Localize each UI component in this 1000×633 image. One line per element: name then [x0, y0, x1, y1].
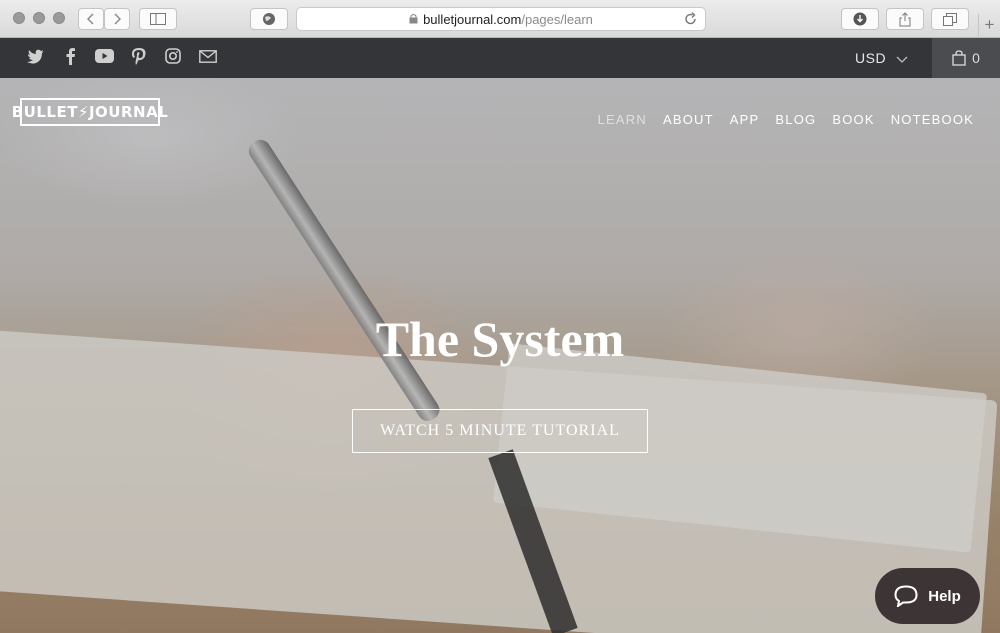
globe-icon	[263, 13, 275, 25]
browser-toolbar: bulletjournal.com/pages/learn +	[0, 0, 1000, 38]
chat-bubble-icon	[894, 585, 918, 607]
download-icon	[853, 12, 867, 26]
nav-about[interactable]: ABOUT	[663, 112, 714, 127]
share-site-button[interactable]	[250, 8, 288, 30]
nav-book[interactable]: BOOK	[832, 112, 874, 127]
youtube-icon[interactable]	[94, 46, 114, 66]
downloads-button[interactable]	[841, 8, 879, 30]
hero-title: The System	[375, 311, 625, 367]
new-tab-button[interactable]: +	[978, 14, 1000, 38]
mail-icon[interactable]	[198, 46, 218, 66]
nav-learn[interactable]: LEARN	[598, 112, 647, 127]
back-button[interactable]	[78, 8, 104, 30]
chevron-down-icon[interactable]	[896, 51, 908, 69]
nav-blog[interactable]: BLOG	[775, 112, 816, 127]
minimize-window-icon[interactable]	[33, 12, 45, 24]
watch-tutorial-button[interactable]: WATCH 5 MINUTE TUTORIAL	[352, 409, 648, 453]
url-path: /pages/learn	[521, 11, 593, 27]
tabs-overview-button[interactable]	[931, 8, 969, 30]
close-window-icon[interactable]	[13, 12, 25, 24]
site-logo[interactable]: BULLET⚡JOURNAL	[12, 98, 168, 126]
share-button[interactable]	[886, 8, 924, 30]
nav-app[interactable]: APP	[730, 112, 760, 127]
utility-bar: USD 0	[0, 38, 1000, 78]
lock-icon	[409, 12, 418, 27]
zoom-window-icon[interactable]	[53, 12, 65, 24]
reload-icon[interactable]	[684, 12, 697, 29]
sidebar-icon	[150, 13, 166, 25]
instagram-icon[interactable]	[163, 46, 183, 66]
share-icon	[899, 11, 911, 26]
facebook-icon[interactable]	[60, 46, 80, 66]
url-domain: bulletjournal.com	[423, 11, 522, 27]
currency-selector[interactable]: USD	[855, 50, 886, 66]
help-label: Help	[928, 587, 961, 605]
cart-count: 0	[972, 50, 980, 66]
tabs-icon	[943, 12, 957, 26]
pinterest-icon[interactable]	[129, 46, 149, 66]
main-nav: LEARN ABOUT APP BLOG BOOK NOTEBOOK	[598, 112, 974, 127]
shopping-bag-icon	[952, 50, 966, 66]
cart-button[interactable]: 0	[932, 38, 1000, 78]
twitter-icon[interactable]	[26, 46, 46, 66]
chevron-right-icon	[114, 13, 121, 25]
chevron-left-icon	[87, 13, 94, 25]
hero-section: BULLET⚡JOURNAL LEARN ABOUT APP BLOG BOOK…	[0, 78, 1000, 633]
nav-notebook[interactable]: NOTEBOOK	[891, 112, 974, 127]
help-button[interactable]: Help	[875, 568, 980, 624]
address-bar[interactable]: bulletjournal.com/pages/learn	[296, 7, 706, 31]
sidebar-button[interactable]	[139, 8, 177, 30]
forward-button[interactable]	[104, 8, 130, 30]
